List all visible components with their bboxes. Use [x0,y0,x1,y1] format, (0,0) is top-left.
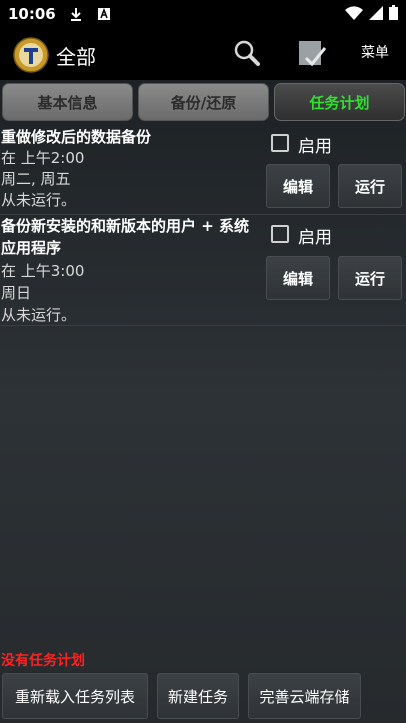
schedule-days: 周日 [1,284,32,302]
edit-button[interactable]: 编辑 [266,164,330,208]
signal-icon [369,5,383,24]
status-bar: 10:06 [0,0,406,28]
wifi-icon [345,5,363,24]
schedule-title: 重做修改后的数据备份 [1,128,152,146]
schedule-item: 备份新安装的和新版本的用户 + 系统应用程序 在 上午3:00 周日 从未运行。… [0,215,406,325]
schedule-time: 在 上午2:00 [1,149,85,167]
run-button[interactable]: 运行 [338,164,402,208]
font-app-icon [96,6,112,22]
run-button[interactable]: 运行 [338,256,402,300]
tab-bar: 基本信息 备份/还原 任务计划 [0,82,406,124]
schedule-item: 重做修改后的数据备份 在 上午2:00 周二, 周五 从未运行。 启用 编辑 运… [0,126,406,216]
edit-button[interactable]: 编辑 [266,256,330,300]
enable-label[interactable]: 启用 [298,223,332,248]
page-title[interactable]: 全部 [56,41,96,70]
divider [0,325,406,326]
schedule-last-run: 从未运行。 [1,191,77,209]
download-icon [68,6,84,22]
tab-backup-restore[interactable]: 备份/还原 [138,83,269,121]
app-bar: 全部 菜单 [0,28,406,80]
schedule-time: 在 上午3:00 [1,262,85,280]
tab-basic-info[interactable]: 基本信息 [2,83,133,121]
enable-checkbox[interactable] [271,134,289,152]
enable-label[interactable]: 启用 [298,132,332,157]
empty-schedule-message: 没有任务计划 [1,653,85,669]
cloud-storage-button[interactable]: 完善云端存储 [248,673,361,719]
schedule-last-run: 从未运行。 [1,306,77,324]
status-time: 10:06 [8,5,56,23]
battery-icon [389,4,398,24]
schedule-days: 周二, 周五 [1,170,71,188]
enable-checkbox[interactable] [271,225,289,243]
menu-button[interactable]: 菜单 [352,42,398,62]
tab-schedules[interactable]: 任务计划 [274,83,405,121]
search-icon[interactable] [231,38,263,70]
reload-task-list-button[interactable]: 重新载入任务列表 [2,673,148,719]
check-filter-icon[interactable] [296,38,328,70]
schedule-title: 备份新安装的和新版本的用户 + 系统应用程序 [1,217,250,257]
titanium-logo-icon[interactable] [13,37,49,73]
new-task-button[interactable]: 新建任务 [157,673,239,719]
